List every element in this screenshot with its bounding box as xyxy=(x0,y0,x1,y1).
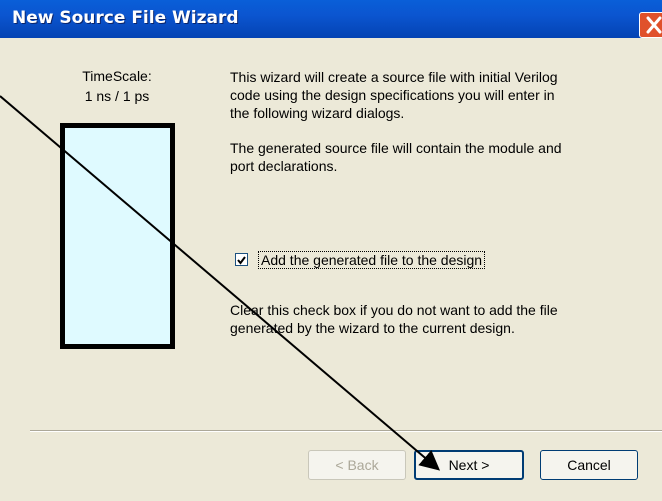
annotation-arrow xyxy=(0,95,441,471)
